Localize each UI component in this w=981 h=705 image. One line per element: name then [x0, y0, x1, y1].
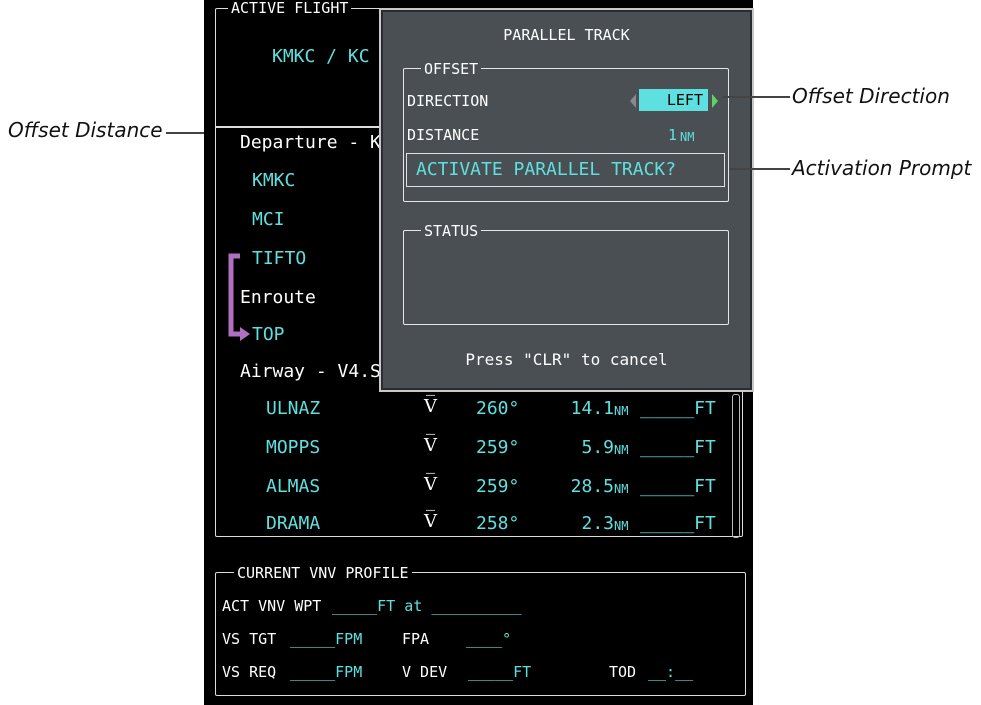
true-track-icon: V̅ [424, 396, 437, 417]
distance-value[interactable]: 1 [668, 124, 677, 146]
parallel-track-popup: PARALLEL TRACK OFFSET DIRECTION LEFT DIS… [379, 8, 754, 392]
callout-offset-distance: Offset Distance [8, 118, 163, 142]
popup-title: PARALLEL TRACK [503, 26, 630, 44]
vs-req-label: VS REQ [222, 663, 277, 681]
callout-offset-direction: Offset Direction [792, 84, 950, 108]
vs-tgt-value: _____FPM [290, 630, 363, 648]
tod-value: __:__ [648, 663, 694, 681]
waypoint-mci[interactable]: MCI [252, 209, 285, 231]
vnv-title: CURRENT VNV PROFILE [234, 565, 412, 581]
vdev-label: V DEV [402, 663, 448, 681]
true-track-icon: V̅ [424, 511, 437, 532]
waypoint-tifto[interactable]: TIFTO [252, 248, 306, 270]
vdev-value: _____FT [468, 663, 532, 681]
status-title: STATUS [421, 223, 482, 239]
distance-unit: NM [680, 130, 695, 144]
waypoint-kmkc[interactable]: KMKC [252, 170, 295, 192]
callout-line-activation-prompt [729, 168, 790, 170]
active-flight-title: ACTIVE FLIGHT [228, 0, 352, 16]
fpa-value: ____° [466, 630, 512, 648]
vs-tgt-label: VS TGT [222, 630, 277, 648]
vs-req-value: _____FPM [290, 663, 363, 681]
direction-selector[interactable]: LEFT [639, 89, 708, 111]
chevron-left-icon[interactable] [628, 92, 638, 110]
callout-line-offset-direction [722, 96, 790, 98]
true-track-icon: V̅ [424, 474, 437, 495]
airway-label: Airway - V4.SL [240, 361, 392, 382]
cancel-hint: Press "CLR" to cancel [465, 350, 668, 369]
direction-label: DIRECTION [407, 92, 489, 110]
fpa-label: FPA [402, 630, 430, 648]
true-track-icon: V̅ [424, 435, 437, 456]
route-fragment: KMKC / KC [272, 46, 370, 67]
offset-title: OFFSET [421, 61, 482, 77]
callout-activation-prompt: Activation Prompt [792, 156, 972, 180]
active-leg-arrow-icon [228, 253, 250, 341]
status-box [403, 230, 729, 325]
tod-label: TOD [609, 663, 637, 681]
departure-label: Departure - K [240, 132, 381, 153]
scrollbar[interactable] [732, 394, 740, 538]
act-vnv-wpt-label: ACT VNV WPT [222, 597, 322, 615]
activate-button[interactable]: ACTIVATE PARALLEL TRACK? [406, 153, 725, 187]
activate-prompt-label: ACTIVATE PARALLEL TRACK? [416, 159, 677, 180]
distance-label: DISTANCE [407, 126, 480, 144]
chevron-right-icon[interactable] [710, 92, 720, 110]
direction-value: LEFT [666, 91, 703, 109]
waypoint-top[interactable]: TOP [252, 324, 285, 346]
act-vnv-wpt-value: _____FT at __________ [332, 597, 522, 615]
